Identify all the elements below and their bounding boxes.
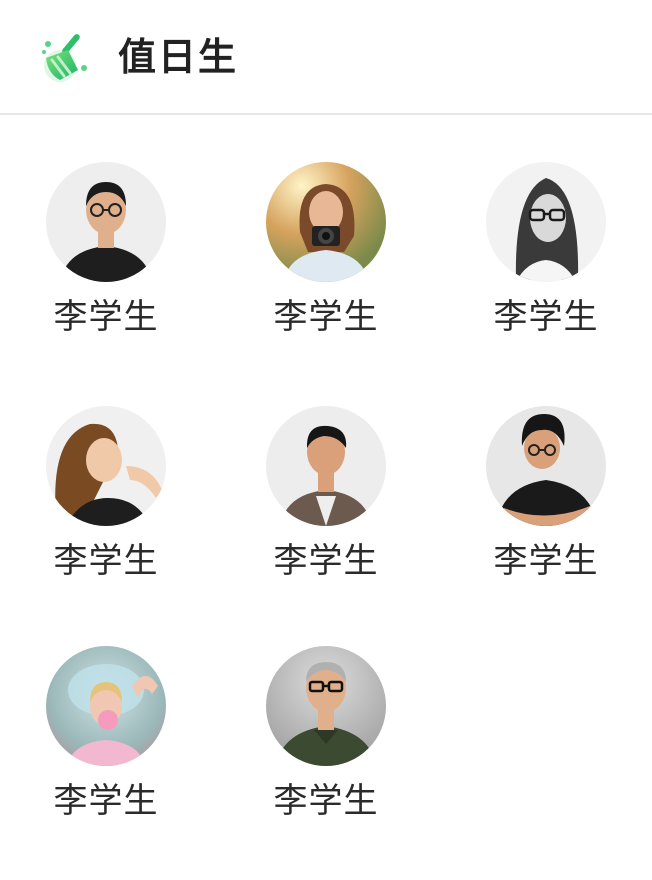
- broom-icon: [38, 28, 96, 86]
- camera-icon: [312, 226, 340, 246]
- page-title: 值日生: [118, 35, 239, 79]
- student-name: 李学生: [53, 297, 159, 337]
- student-card[interactable]: 李学生: [25, 646, 185, 846]
- student-avatar: [46, 646, 166, 766]
- student-name: 李学生: [273, 297, 379, 337]
- bubblegum: [98, 710, 118, 730]
- student-avatar: [486, 406, 606, 526]
- student-avatar: [266, 646, 386, 766]
- student-card[interactable]: 李学生: [465, 406, 625, 606]
- student-card[interactable]: 李学生: [25, 406, 185, 606]
- student-name: 李学生: [273, 541, 379, 581]
- student-avatar: [46, 406, 166, 526]
- student-name: 李学生: [493, 297, 599, 337]
- avatar-face: [86, 438, 122, 482]
- student-name: 李学生: [273, 781, 379, 821]
- student-card[interactable]: 李学生: [245, 162, 405, 362]
- student-avatar: [486, 162, 606, 282]
- student-name: 李学生: [53, 781, 159, 821]
- avatar-face: [530, 194, 566, 242]
- student-avatar: [266, 162, 386, 282]
- student-name: 李学生: [53, 541, 159, 581]
- student-avatar: [266, 406, 386, 526]
- student-card[interactable]: 李学生: [25, 162, 185, 362]
- student-card[interactable]: 李学生: [245, 646, 405, 846]
- student-card[interactable]: 李学生: [465, 162, 625, 362]
- app-header: 值日生: [0, 0, 652, 115]
- student-avatar: [46, 162, 166, 282]
- student-card[interactable]: 李学生: [245, 406, 405, 606]
- student-name: 李学生: [493, 541, 599, 581]
